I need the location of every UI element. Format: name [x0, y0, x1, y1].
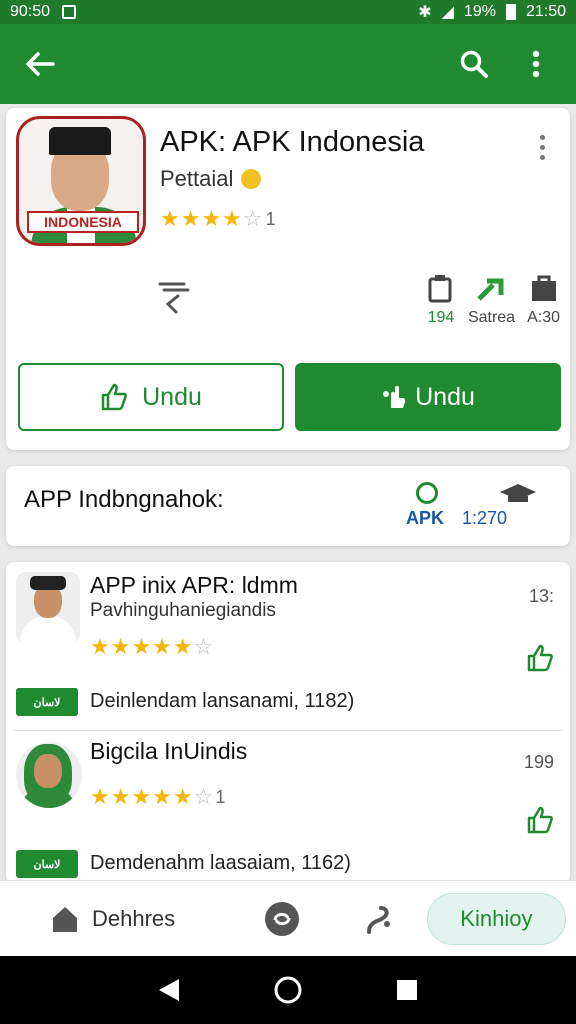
stat-downloads: 194	[426, 273, 456, 327]
search-icon	[460, 50, 488, 78]
app-icon: INDONESIA	[16, 116, 146, 246]
back-button[interactable]	[16, 40, 64, 88]
banner-number: 1:270	[462, 508, 508, 528]
stat-rating: A:30	[527, 273, 560, 327]
square-recents-icon	[396, 980, 417, 1000]
list-item-badge: لاسان	[16, 688, 78, 716]
nav-pill-label: Kinhioy	[460, 905, 533, 931]
system-navigation	[0, 956, 576, 1024]
list-item-title: Bigcila InUindis	[90, 738, 248, 764]
list-item-count: 199	[523, 752, 554, 772]
stat-downloads-value: 194	[427, 309, 455, 326]
app-stats: 194 Satrea A:30	[426, 273, 560, 327]
download-button[interactable]: Undu	[295, 363, 561, 431]
download-outline-label: Undu	[142, 382, 202, 411]
rating-stars: ★★★★☆	[160, 206, 264, 231]
battery-icon	[505, 4, 516, 20]
share-curve-icon	[366, 905, 390, 934]
app-title: APK: APK Indonesia	[160, 126, 425, 158]
list-item[interactable]: APP inix APR: ldmm Pavhinguhaniegiandis …	[6, 562, 570, 722]
graduation-cap-icon	[500, 484, 536, 502]
list-item-footer: Deinlendam lansanami, 1182)	[90, 690, 355, 712]
developer-name: Pettaial	[160, 166, 234, 191]
home-icon	[53, 906, 77, 932]
app-list-card: APP inix APR: ldmm Pavhinguhaniegiandis …	[6, 562, 570, 884]
app-bar	[0, 24, 576, 104]
status-bar: 90:50 ✱ ◢ 19% 21:50	[0, 0, 576, 24]
avatar	[16, 572, 80, 644]
rating-count: 1	[265, 208, 276, 229]
list-item-badge: لاسان	[16, 850, 78, 878]
verified-badge-icon	[241, 169, 262, 189]
app-menu-button[interactable]	[532, 132, 552, 162]
list-item-rating: ★★★★★ ☆ 1	[90, 784, 226, 809]
hand-pointer-icon	[383, 385, 406, 408]
system-recents-button[interactable]	[387, 970, 427, 1010]
nav-pill-button[interactable]: Kinhioy	[426, 892, 566, 945]
thumbs-up-icon[interactable]	[526, 644, 554, 672]
developer-link[interactable]: Pettaial	[160, 166, 262, 192]
app-rating: ★★★★☆ 1	[160, 206, 276, 232]
list-item-rating: ★★★★★☆	[90, 634, 215, 659]
battery-percent: 19%	[463, 3, 496, 20]
bluetooth-icon: ✱	[418, 4, 432, 21]
download-label: Undu	[415, 382, 475, 411]
avatar	[16, 742, 82, 808]
sync-icon	[264, 901, 299, 936]
stat-rating-label: A:30	[527, 309, 560, 326]
nav-share[interactable]	[361, 899, 399, 939]
thumbs-up-icon	[101, 383, 128, 411]
list-item-subtitle: Pavhinguhaniegiandis	[90, 600, 276, 621]
banner-title: APP Indbngnahok:	[24, 486, 224, 513]
stat-share-label: Satrea	[467, 309, 516, 326]
list-item-count: 13:	[528, 586, 554, 606]
clipboard-icon	[428, 275, 452, 303]
more-options-button[interactable]	[512, 40, 560, 88]
nav-home-label: Dehhres	[92, 905, 176, 931]
app-header-card: INDONESIA APK: APK Indonesia Pettaial ★★…	[6, 108, 570, 450]
stat-share: Satrea	[468, 273, 515, 327]
banner-apk-text: APK	[406, 508, 445, 528]
list-item-rating-count: 1	[215, 786, 226, 807]
system-home-button[interactable]	[268, 970, 308, 1010]
share-icon[interactable]	[154, 278, 194, 318]
notification-icon	[62, 5, 77, 19]
status-time-right: 21:50	[525, 3, 566, 20]
nav-home[interactable]: Dehhres	[10, 904, 203, 934]
list-item-footer: Demdenahm laasaiam, 1162)	[90, 852, 351, 874]
wifi-icon: ◢	[441, 4, 454, 21]
banner-badges: APK 1:270	[406, 482, 556, 532]
triangle-back-icon	[159, 979, 180, 1001]
share-arrow-icon	[476, 278, 503, 301]
list-item-title: APP inix APR: ldmm	[90, 572, 298, 598]
status-time-left: 90:50	[10, 3, 51, 20]
bottom-navigation: Dehhres Kinhioy	[0, 880, 576, 956]
search-button[interactable]	[450, 40, 498, 88]
circle-home-icon	[274, 976, 302, 1004]
nav-sync[interactable]	[263, 899, 301, 939]
app-icon-label: INDONESIA	[27, 211, 139, 233]
download-outline-button[interactable]: Undu	[18, 363, 284, 431]
thumbs-up-icon[interactable]	[526, 806, 554, 834]
list-item[interactable]: Bigcila InUindis ★★★★★ ☆ 1 199 لاسان Demd…	[6, 728, 570, 888]
system-back-button[interactable]	[149, 970, 189, 1010]
arrow-left-icon	[26, 52, 55, 76]
ring-icon	[416, 482, 438, 504]
bag-icon	[531, 275, 556, 301]
promo-banner[interactable]: APP Indbngnahok: APK 1:270	[6, 466, 570, 546]
more-vert-icon	[532, 50, 540, 78]
